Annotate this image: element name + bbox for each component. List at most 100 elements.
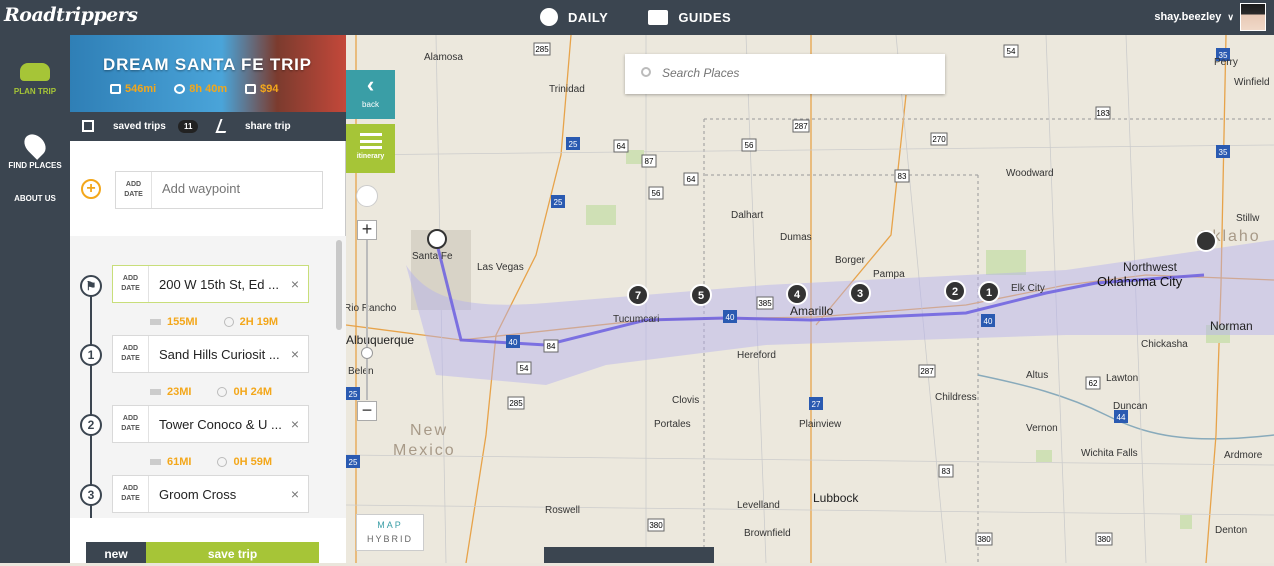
route-marker-label: 7: [635, 290, 641, 302]
chevron-left-icon: ‹: [366, 72, 375, 97]
map-type-hybrid[interactable]: HYBRID: [357, 534, 423, 544]
car-icon: [150, 459, 161, 465]
trip-title: DREAM SANTA FE TRIP: [103, 55, 312, 74]
new-trip-button[interactable]: new: [86, 542, 146, 563]
stop-item[interactable]: ADD DATE Groom Cross ×: [112, 475, 309, 513]
zoom-slider-knob[interactable]: [361, 347, 373, 359]
route-marker-label: 2: [952, 286, 958, 298]
trip-panel: DREAM SANTA FE TRIP 546mi 8h 40m $94 sav…: [70, 35, 346, 563]
stops-list: ⚑ ADD DATE 200 W 15th St, Ed ... × 155MI …: [70, 236, 346, 518]
stop-name: Groom Cross: [159, 487, 237, 502]
stop-name: Sand Hills Curiosit ...: [159, 347, 280, 362]
clock-icon: [217, 387, 228, 397]
route-marker-label: 4: [794, 289, 801, 301]
back-button[interactable]: ‹ back: [346, 70, 395, 119]
nav-guides[interactable]: GUIDES: [648, 8, 731, 26]
rail-plan-trip[interactable]: PLAN TRIP: [0, 63, 70, 96]
avatar[interactable]: [1240, 3, 1266, 31]
stop-item[interactable]: ADD DATE 200 W 15th St, Ed ... ×: [112, 265, 309, 303]
gas-pump-icon: [245, 84, 257, 94]
saved-trips-count: 11: [178, 120, 199, 133]
list-icon: [359, 133, 382, 149]
remove-stop-icon[interactable]: ×: [291, 346, 299, 362]
zoom-out-button[interactable]: −: [357, 401, 377, 421]
car-icon: [20, 63, 50, 81]
compass-reset-icon[interactable]: [356, 185, 378, 207]
route-marker-label: 5: [698, 290, 704, 302]
add-date-button[interactable]: ADD DATE: [113, 266, 149, 302]
social-share-strip[interactable]: [544, 547, 714, 563]
share-icon: [215, 119, 231, 133]
add-date-button[interactable]: ADD DATE: [113, 336, 149, 372]
trip-hero: DREAM SANTA FE TRIP 546mi 8h 40m $94: [70, 35, 346, 112]
trip-subbar: saved trips 11 share trip: [70, 112, 346, 141]
stop-marker: 1: [80, 344, 102, 366]
add-waypoint-plus-icon[interactable]: +: [81, 179, 101, 199]
share-trip-link[interactable]: share trip: [245, 121, 291, 132]
clock-icon: [223, 317, 234, 327]
top-bar: Roadtrippers DAILY GUIDES shay.beezley ∨: [0, 0, 1274, 35]
zoom-in-button[interactable]: +: [357, 220, 377, 240]
user-menu[interactable]: shay.beezley ∨: [1154, 3, 1266, 31]
remove-stop-icon[interactable]: ×: [291, 486, 299, 502]
end-flag-icon[interactable]: [1195, 230, 1217, 252]
trip-duration: 8h 40m: [174, 83, 227, 95]
stop-name: 200 W 15th St, Ed ...: [159, 277, 279, 292]
remove-stop-icon[interactable]: ×: [291, 416, 299, 432]
remove-stop-icon[interactable]: ×: [291, 276, 299, 292]
search-places-input[interactable]: [662, 66, 922, 80]
left-rail: PLAN TRIP FIND PLACES ABOUT US: [0, 35, 70, 563]
chevron-down-icon: ∨: [1227, 11, 1234, 22]
map-view[interactable]: 285 25 64 87 56 64 56 287 83 270 25 35 4…: [346, 35, 1274, 563]
stops-scrollbar[interactable]: [336, 240, 342, 330]
rail-about-us[interactable]: ABOUT US: [0, 194, 70, 203]
nav-daily-label: DAILY: [568, 9, 609, 25]
route-marker-label: 3: [857, 288, 863, 300]
add-date-button[interactable]: ADD DATE: [116, 172, 152, 208]
top-nav: DAILY GUIDES: [540, 8, 731, 26]
start-flag-icon: ⚑: [80, 275, 102, 297]
search-icon: [641, 67, 651, 77]
map-type-map[interactable]: MAP: [357, 520, 423, 530]
book-icon: [648, 9, 669, 25]
map-type-toggle: MAP HYBRID: [356, 514, 424, 551]
username: shay.beezley: [1154, 11, 1222, 23]
nav-daily[interactable]: DAILY: [540, 8, 608, 26]
clock-icon: [174, 84, 186, 94]
leg-info: 155MI 2H 19M: [150, 316, 278, 328]
trip-distance: 546mi: [110, 83, 156, 95]
search-places-box: [625, 54, 945, 94]
stop-item[interactable]: ADD DATE Tower Conoco & U ... ×: [112, 405, 309, 443]
add-waypoint-input[interactable]: [162, 181, 312, 196]
start-marker-icon[interactable]: [427, 229, 447, 249]
map-pin-icon: [20, 130, 50, 160]
compass-icon: [540, 8, 558, 26]
odometer-icon: [110, 84, 121, 94]
save-trip-button[interactable]: save trip: [146, 542, 319, 563]
rail-about-us-label: ABOUT US: [14, 194, 56, 203]
roadtrippers-logo[interactable]: Roadtrippers: [4, 4, 138, 26]
rail-plan-trip-label: PLAN TRIP: [13, 87, 57, 96]
timeline-line: [90, 276, 92, 518]
stop-marker: 3: [80, 484, 102, 506]
itinerary-label: itinerary: [356, 153, 385, 160]
add-date-button[interactable]: ADD DATE: [113, 406, 149, 442]
clock-icon: [217, 457, 228, 467]
rail-find-places[interactable]: FIND PLACES: [0, 130, 70, 170]
stop-marker: 2: [80, 414, 102, 436]
car-icon: [150, 389, 161, 395]
car-icon: [150, 319, 161, 325]
stop-item[interactable]: ADD DATE Sand Hills Curiosit ... ×: [112, 335, 309, 373]
add-date-button[interactable]: ADD DATE: [113, 476, 149, 512]
trip-stats: 546mi 8h 40m $94: [110, 83, 278, 95]
back-label: back: [362, 100, 379, 109]
route-marker-label: 1: [986, 287, 992, 299]
add-waypoint-box: ADD DATE: [115, 171, 323, 209]
zoom-slider-track[interactable]: [366, 240, 368, 400]
saved-trips-icon: [82, 120, 94, 132]
leg-info: 23MI 0H 24M: [150, 386, 272, 398]
add-waypoint-row: + ADD DATE: [70, 141, 346, 236]
nav-guides-label: GUIDES: [678, 9, 732, 25]
itinerary-button[interactable]: itinerary: [346, 124, 395, 173]
saved-trips-link[interactable]: saved trips: [113, 121, 166, 132]
